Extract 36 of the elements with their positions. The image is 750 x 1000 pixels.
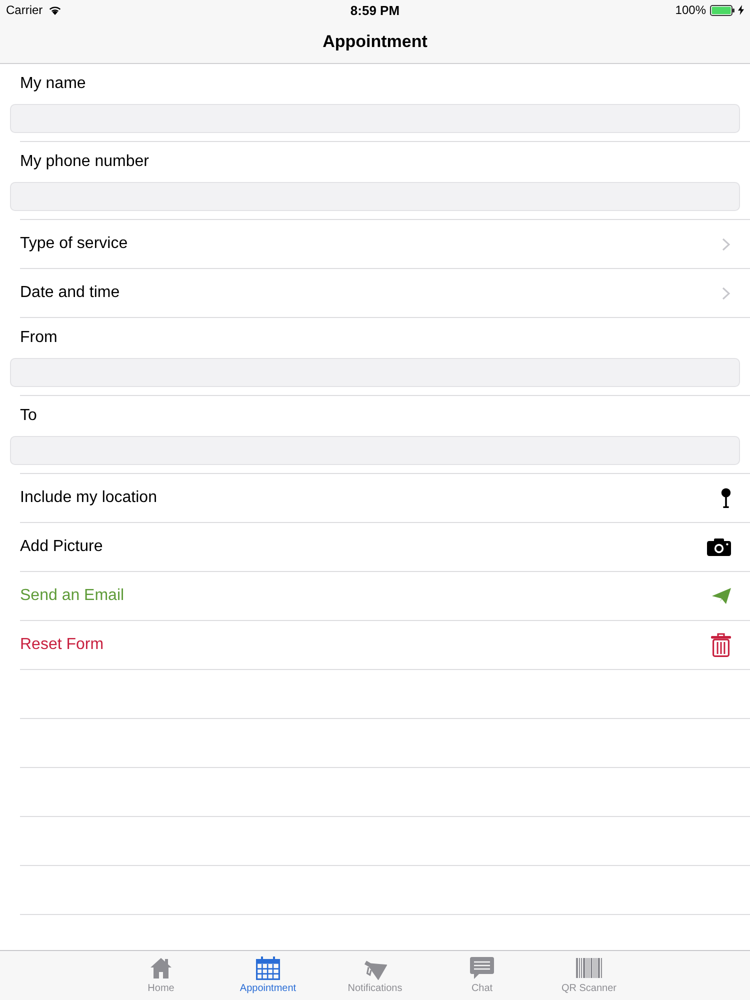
action-label[interactable]: Add Picture xyxy=(20,537,103,557)
field-label: From xyxy=(20,328,58,348)
tab-button[interactable]: Home xyxy=(108,951,214,1000)
row-label[interactable]: Type of service xyxy=(20,234,128,254)
wifi-icon xyxy=(48,5,62,15)
input-field[interactable] xyxy=(10,358,740,387)
calendar-icon xyxy=(256,956,280,980)
paper-plane-icon[interactable] xyxy=(712,588,731,604)
home-icon xyxy=(150,956,172,980)
chevron-icon[interactable] xyxy=(722,286,730,300)
tab-button[interactable]: Appointment xyxy=(214,951,322,1000)
input-field[interactable] xyxy=(10,104,740,133)
chat-icon xyxy=(470,956,494,980)
field-label: My phone number xyxy=(20,152,149,172)
battery-label: 100% xyxy=(675,3,706,17)
charging-icon xyxy=(738,5,744,15)
time-label: 8:59 PM xyxy=(350,2,400,18)
action-label[interactable]: Reset Form xyxy=(20,635,104,655)
tab-button[interactable]: Chat xyxy=(428,951,536,1000)
tab-button[interactable]: Notifications xyxy=(322,951,428,1000)
pin-icon[interactable] xyxy=(721,488,731,508)
input-field[interactable] xyxy=(10,182,740,211)
barcode-icon xyxy=(576,956,602,980)
camera-icon[interactable] xyxy=(707,538,731,556)
battery-icon xyxy=(710,4,735,16)
carrier-label: Carrier xyxy=(6,3,43,17)
field-label: My name xyxy=(20,74,86,94)
chevron-icon[interactable] xyxy=(722,238,730,250)
input-field[interactable] xyxy=(10,436,740,465)
trash-icon[interactable] xyxy=(711,633,731,657)
row-label[interactable]: Date and time xyxy=(20,283,120,303)
action-label[interactable]: Include my location xyxy=(20,488,157,508)
action-label[interactable]: Send an Email xyxy=(20,586,124,606)
tab-button[interactable]: QR Scanner xyxy=(536,951,642,1000)
field-label: To xyxy=(20,406,37,426)
screen-title: Appointment xyxy=(322,32,428,52)
